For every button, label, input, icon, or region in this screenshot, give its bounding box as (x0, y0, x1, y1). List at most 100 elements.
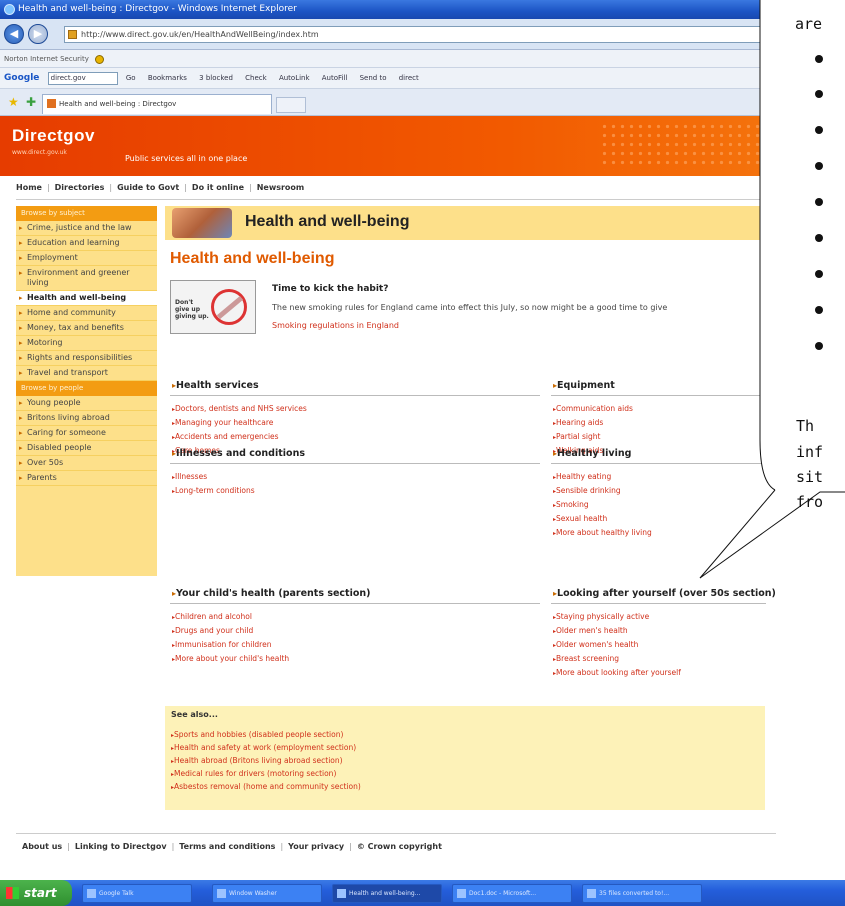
link-hearing-aids[interactable]: Hearing aids (553, 416, 633, 430)
callout-line-3: sit (796, 468, 824, 486)
feature-thumbnail[interactable]: Don't give up giving up. (170, 280, 256, 334)
footer-linking[interactable]: Linking to Directgov (75, 842, 167, 851)
illnesses-links: Illnesses Long-term conditions (172, 470, 255, 498)
google-bookmarks-button[interactable]: Bookmarks (148, 74, 187, 82)
nav-item-rights[interactable]: Rights and responsibilities (16, 351, 157, 366)
nav-item-disabled[interactable]: Disabled people (16, 441, 157, 456)
link-communication-aids[interactable]: Communication aids (553, 402, 633, 416)
footer-terms[interactable]: Terms and conditions (179, 842, 275, 851)
norton-status-icon[interactable] (94, 54, 104, 64)
taskbar-item-word[interactable]: Doc1.doc - Microsoft... (452, 884, 572, 903)
taskbar-item-google-talk[interactable]: Google Talk (82, 884, 192, 903)
google-autofill-button[interactable]: AutoFill (322, 74, 348, 82)
favorites-star-icon[interactable]: ★ (8, 95, 19, 109)
banner-title: Health and well-being (245, 213, 410, 230)
browse-by-people-heading: Browse by people (16, 381, 157, 396)
google-direct-button[interactable]: direct (399, 74, 419, 82)
feature-link[interactable]: Smoking regulations in England (272, 321, 399, 330)
footer-privacy[interactable]: Your privacy (288, 842, 344, 851)
link-illnesses[interactable]: Illnesses (172, 470, 255, 484)
link-more-child-health[interactable]: More about your child's health (172, 652, 289, 666)
link-drugs-child[interactable]: Drugs and your child (172, 624, 289, 638)
callout-bullet (815, 198, 823, 206)
google-go-button[interactable]: Go (126, 74, 136, 82)
link-smoking[interactable]: Smoking (553, 498, 652, 512)
nav-item-money[interactable]: Money, tax and benefits (16, 321, 157, 336)
nav-item-home[interactable]: Home and community (16, 306, 157, 321)
google-popup-blocked[interactable]: 3 blocked (199, 74, 233, 82)
address-input[interactable]: http://www.direct.gov.uk/en/HealthAndWel… (64, 26, 769, 43)
link-health-abroad[interactable]: Health abroad (Britons living abroad sec… (171, 754, 361, 767)
google-sendto-button[interactable]: Send to (360, 74, 387, 82)
add-favorites-icon[interactable]: ✚ (26, 95, 36, 109)
footer-copyright[interactable]: © Crown copyright (357, 842, 442, 851)
taskbar-item-browser[interactable]: Health and well-being... (332, 884, 442, 903)
link-sports-hobbies[interactable]: Sports and hobbies (disabled people sect… (171, 728, 361, 741)
nav-item-over-50s[interactable]: Over 50s (16, 456, 157, 471)
link-immunisation[interactable]: Immunisation for children (172, 638, 289, 652)
nav-item-environment[interactable]: Environment and greener living (16, 266, 157, 291)
nav-item-employment[interactable]: Employment (16, 251, 157, 266)
browse-by-subject-heading: Browse by subject (16, 206, 157, 221)
link-partial-sight[interactable]: Partial sight (553, 430, 633, 444)
link-sensible-drinking[interactable]: Sensible drinking (553, 484, 652, 498)
link-older-mens-health[interactable]: Older men's health (553, 624, 681, 638)
callout-bullet (815, 306, 823, 314)
health-services-heading: Health services (172, 380, 259, 391)
nav-item-health[interactable]: Health and well-being (16, 291, 157, 306)
nav-item-young-people[interactable]: Young people (16, 396, 157, 411)
healthy-living-heading: Healthy living (553, 448, 631, 459)
google-autolink-button[interactable]: AutoLink (279, 74, 310, 82)
page-icon (68, 30, 77, 39)
chat-icon (87, 889, 96, 898)
nav-item-crime[interactable]: Crime, justice and the law (16, 221, 157, 236)
link-health-safety-work[interactable]: Health and safety at work (employment se… (171, 741, 361, 754)
footer-about-us[interactable]: About us (22, 842, 62, 851)
word-icon (457, 889, 466, 898)
callout-bullet (815, 55, 823, 63)
link-healthy-eating[interactable]: Healthy eating (553, 470, 652, 484)
top-navigation: Home | Directories | Guide to Govt | Do it onl… (16, 183, 305, 192)
forward-button[interactable]: ▶ (28, 24, 48, 44)
link-accidents[interactable]: Accidents and emergencies (172, 430, 307, 444)
topnav-home[interactable]: Home (16, 183, 42, 192)
link-doctors[interactable]: Doctors, dentists and NHS services (172, 402, 307, 416)
banner-photo (172, 208, 232, 238)
link-older-womens-health[interactable]: Older women's health (553, 638, 681, 652)
start-button[interactable]: start (0, 880, 72, 906)
link-asbestos-removal[interactable]: Asbestos removal (home and community sec… (171, 780, 361, 793)
nav-item-caring[interactable]: Caring for someone (16, 426, 157, 441)
link-long-term-conditions[interactable]: Long-term conditions (172, 484, 255, 498)
document-icon (587, 889, 596, 898)
topnav-newsroom[interactable]: Newsroom (257, 183, 305, 192)
link-managing-healthcare[interactable]: Managing your healthcare (172, 416, 307, 430)
nav-item-travel[interactable]: Travel and transport (16, 366, 157, 381)
topnav-do-it-online[interactable]: Do it online (192, 183, 244, 192)
nav-item-parents[interactable]: Parents (16, 471, 157, 486)
nav-item-motoring[interactable]: Motoring (16, 336, 157, 351)
link-physically-active[interactable]: Staying physically active (553, 610, 681, 624)
feature-promo: Don't give up giving up. Time to kick th… (170, 280, 770, 336)
tab-current[interactable]: Health and well-being : Directgov (42, 94, 272, 114)
nav-item-education[interactable]: Education and learning (16, 236, 157, 251)
topnav-guide[interactable]: Guide to Govt (117, 183, 179, 192)
taskbar-item-window-washer[interactable]: Window Washer (212, 884, 322, 903)
new-tab-button[interactable] (276, 97, 306, 113)
callout-top-text: are (795, 15, 823, 33)
callout-line-2: inf (796, 443, 824, 461)
callout-line-1: Th (796, 417, 815, 435)
topnav-directories[interactable]: Directories (55, 183, 105, 192)
link-more-healthy-living[interactable]: More about healthy living (553, 526, 652, 540)
google-check-button[interactable]: Check (245, 74, 267, 82)
link-breast-screening[interactable]: Breast screening (553, 652, 681, 666)
back-button[interactable]: ◀ (4, 24, 24, 44)
google-search-input[interactable]: direct.gov (47, 71, 118, 85)
link-more-looking-after[interactable]: More about looking after yourself (553, 666, 681, 680)
link-children-alcohol[interactable]: Children and alcohol (172, 610, 289, 624)
link-medical-rules-drivers[interactable]: Medical rules for drivers (motoring sect… (171, 767, 361, 780)
feature-body: The new smoking rules for England came i… (272, 303, 668, 312)
site-logo[interactable]: Directgov (12, 126, 95, 146)
nav-item-britons-abroad[interactable]: Britons living abroad (16, 411, 157, 426)
link-sexual-health[interactable]: Sexual health (553, 512, 652, 526)
taskbar-item-converter[interactable]: 35 files converted to!... (582, 884, 702, 903)
